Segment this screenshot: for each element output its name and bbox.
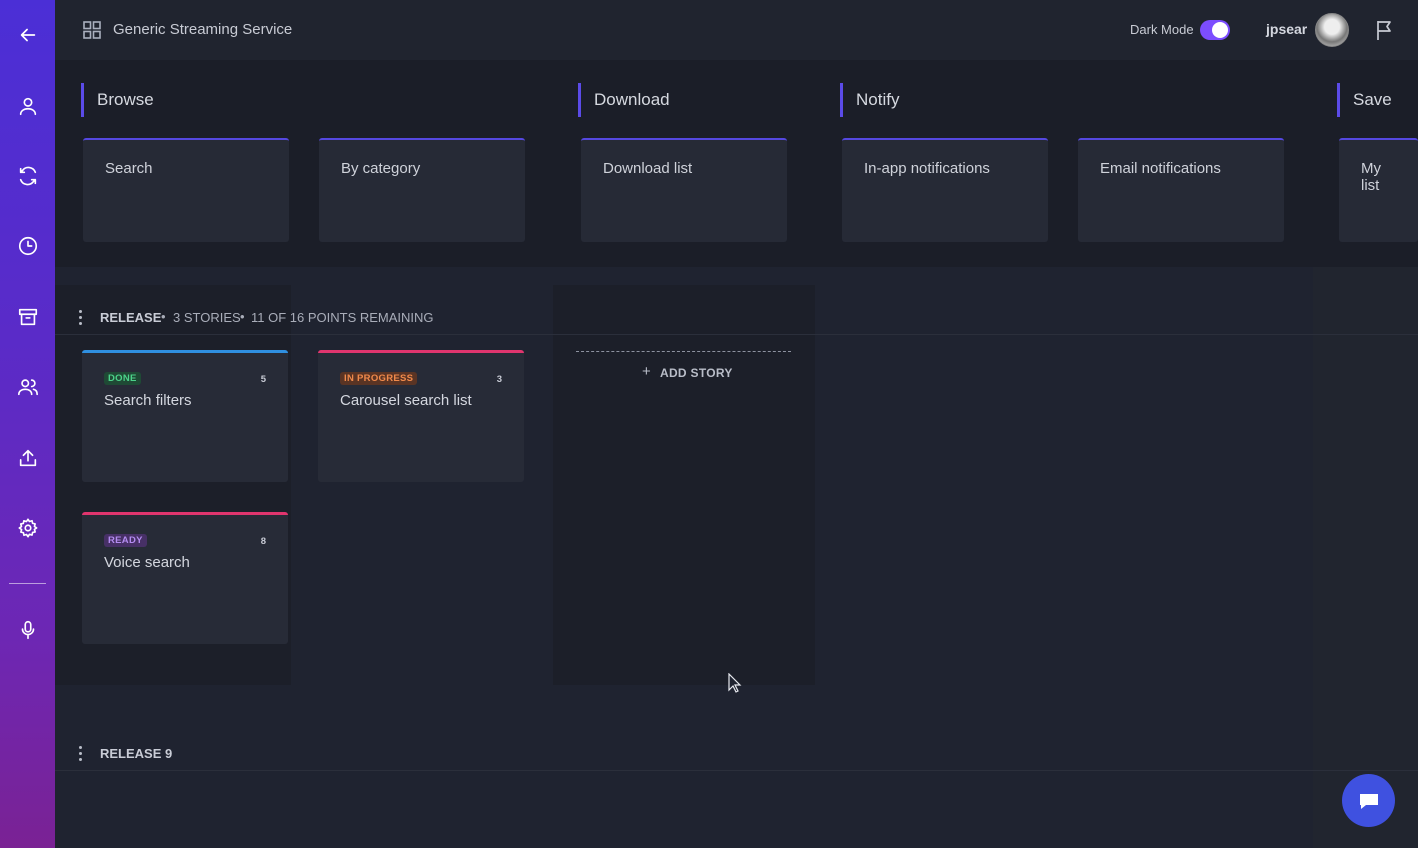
- epics-band: Browse Download Notify Save Search By ca…: [55, 60, 1418, 267]
- story-card[interactable]: IN PROGRESS 3 Carousel search list: [318, 350, 524, 482]
- chat-button[interactable]: [1342, 774, 1395, 827]
- kebab-menu-icon[interactable]: [77, 310, 83, 325]
- sidebar-item-export[interactable]: [0, 440, 55, 476]
- username[interactable]: jpsear: [1266, 21, 1307, 37]
- release-stories-count: 3 STORIES: [173, 310, 241, 325]
- feature-card[interactable]: By category: [319, 138, 525, 242]
- story-points: 5: [260, 374, 266, 385]
- plus-icon: +: [642, 363, 651, 380]
- release-divider: [55, 770, 1418, 771]
- clock-icon: [18, 236, 37, 256]
- chat-icon: [1359, 793, 1378, 809]
- feature-card[interactable]: My list: [1339, 138, 1418, 242]
- story-card[interactable]: DONE 5 Search filters: [82, 350, 288, 482]
- epic-save[interactable]: Save: [1337, 83, 1392, 117]
- sidebar-item-settings[interactable]: [0, 510, 55, 546]
- feature-card[interactable]: In-app notifications: [842, 138, 1048, 242]
- story-title: Carousel search list: [340, 392, 472, 409]
- flag-icon[interactable]: [1375, 19, 1395, 46]
- dark-mode-toggle[interactable]: [1200, 20, 1230, 40]
- upload-icon: [19, 449, 36, 467]
- arrow-left-icon: [20, 28, 35, 42]
- feature-card[interactable]: Search: [83, 138, 289, 242]
- dark-mode-label: Dark Mode: [1130, 22, 1194, 37]
- microphone-icon: [21, 620, 34, 640]
- sidebar: [0, 0, 55, 848]
- refresh-icon: [19, 166, 36, 186]
- epic-notify[interactable]: Notify: [840, 83, 899, 117]
- sidebar-item-voice[interactable]: [0, 612, 55, 648]
- status-badge: DONE: [104, 372, 141, 385]
- release-points-remaining: 11 OF 16 POINTS REMAINING: [251, 310, 434, 325]
- story-title: Search filters: [104, 392, 192, 409]
- gear-icon: [17, 518, 37, 538]
- column-band: [553, 285, 815, 685]
- release-divider: [55, 334, 1418, 335]
- back-button[interactable]: [0, 17, 55, 53]
- release-name[interactable]: RELEASE: [100, 310, 161, 325]
- feature-card[interactable]: Email notifications: [1078, 138, 1284, 242]
- app-title[interactable]: Generic Streaming Service: [113, 21, 292, 38]
- epic-browse[interactable]: Browse: [81, 83, 154, 117]
- story-card[interactable]: READY 8 Voice search: [82, 512, 288, 644]
- kebab-menu-icon[interactable]: [77, 746, 83, 761]
- sidebar-divider: [9, 583, 46, 584]
- story-points: 8: [260, 536, 266, 547]
- sidebar-item-team[interactable]: [0, 369, 55, 405]
- mouse-cursor-icon: [728, 673, 742, 693]
- add-story-label: ADD STORY: [660, 366, 733, 380]
- avatar[interactable]: [1315, 13, 1349, 47]
- users-icon: [17, 379, 38, 396]
- status-badge: IN PROGRESS: [340, 372, 418, 385]
- top-bar: Generic Streaming Service Dark Mode jpse…: [55, 0, 1418, 60]
- release-name[interactable]: RELEASE 9: [100, 746, 172, 761]
- story-title: Voice search: [104, 554, 190, 571]
- sidebar-item-archive[interactable]: [0, 299, 55, 335]
- epic-download[interactable]: Download: [578, 83, 670, 117]
- sidebar-item-sync[interactable]: [0, 158, 55, 194]
- archive-icon: [18, 308, 37, 326]
- sidebar-item-history[interactable]: [0, 228, 55, 264]
- sidebar-item-profile[interactable]: [0, 88, 55, 124]
- toggle-knob: [1212, 22, 1228, 38]
- user-icon: [19, 97, 36, 116]
- feature-card[interactable]: Download list: [581, 138, 787, 242]
- add-story-button[interactable]: + ADD STORY: [576, 351, 791, 392]
- status-badge: READY: [104, 534, 147, 547]
- separator-dot: •: [161, 309, 166, 324]
- separator-dot: •: [240, 309, 245, 324]
- story-points: 3: [496, 374, 502, 385]
- grid-icon[interactable]: [83, 21, 101, 39]
